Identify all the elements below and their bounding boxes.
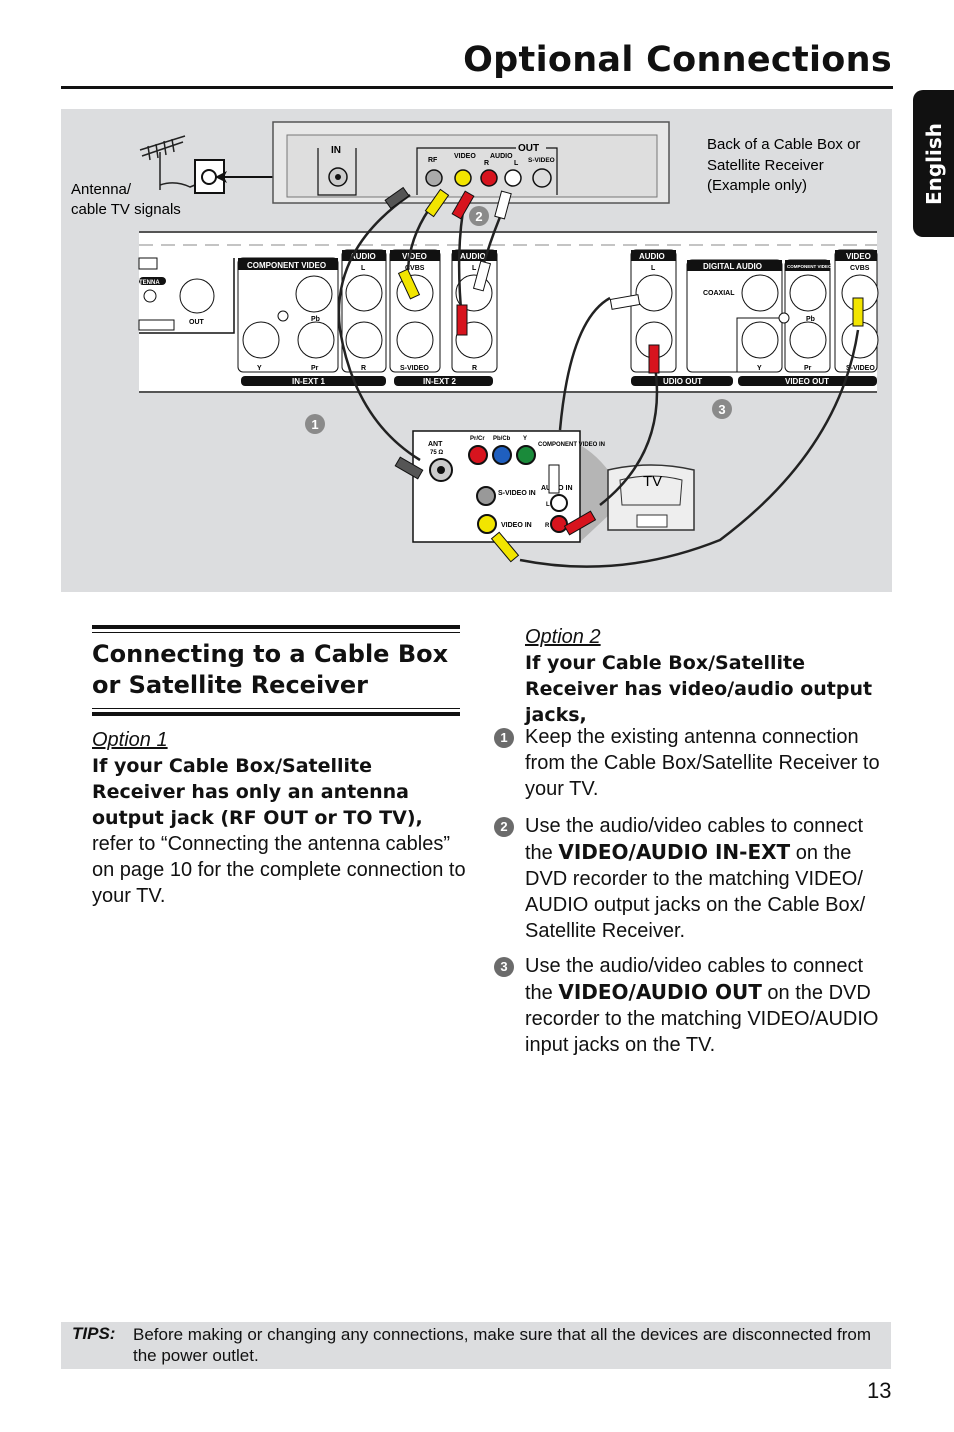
step-number: 2 xyxy=(494,817,514,837)
svg-text:Pr: Pr xyxy=(311,365,319,372)
step-marker-1: 1 xyxy=(305,414,325,434)
step-text: Keep the existing antenna connection fro… xyxy=(525,726,880,800)
svg-text:3: 3 xyxy=(718,402,725,417)
svg-text:S-VIDEO: S-VIDEO xyxy=(528,157,555,164)
svg-text:Y: Y xyxy=(257,365,262,372)
antenna-label: Antenna/ xyxy=(71,181,132,198)
svg-text:L: L xyxy=(651,265,656,272)
step-marker-2: 2 xyxy=(469,206,489,226)
svg-text:S-VIDEO: S-VIDEO xyxy=(400,365,429,372)
cablebox-caption: (Example only) xyxy=(707,177,807,194)
audio-l-jack xyxy=(504,169,522,187)
tv-label: TV xyxy=(643,473,662,490)
svg-text:COMPONENT VIDEO: COMPONENT VIDEO xyxy=(787,264,832,269)
svg-text:Pr: Pr xyxy=(804,365,812,372)
audio-r-jack xyxy=(480,169,498,187)
antenna-label: cable TV signals xyxy=(71,201,181,218)
step-marker-3: 3 xyxy=(712,399,732,419)
svg-text:L: L xyxy=(472,265,477,272)
svg-text:Pb: Pb xyxy=(311,316,320,323)
dvd-recorder-back-panel: TENNA OUT COMPONENT VIDEO Pb Y Pr AUDIO … xyxy=(138,231,879,393)
step-3: 3 Use the audio/video cables to connect … xyxy=(494,953,894,1058)
step-1: 1 Keep the existing antenna connection f… xyxy=(494,724,894,802)
svg-text:R: R xyxy=(484,160,489,167)
svg-text:IN: IN xyxy=(331,145,341,156)
tips-box: TIPS: Before making or changing any conn… xyxy=(61,1322,891,1369)
step-text: Use the audio/video cables to connect th… xyxy=(525,815,866,942)
svg-text:OUT: OUT xyxy=(189,319,205,326)
svg-text:IN-EXT 1: IN-EXT 1 xyxy=(292,377,325,386)
svg-text:VIDEO OUT: VIDEO OUT xyxy=(785,377,829,386)
option-1-condition: If your Cable Box/Satellite Receiver has… xyxy=(92,755,423,829)
rf-jack xyxy=(425,169,443,187)
tv-icon: TV xyxy=(607,464,695,531)
language-tab: English xyxy=(913,90,954,237)
video-jack xyxy=(454,169,472,187)
svg-text:COMPONENT VIDEO IN: COMPONENT VIDEO IN xyxy=(538,442,605,448)
svg-text:ANT: ANT xyxy=(428,441,443,448)
section-rule xyxy=(92,632,460,633)
svg-text:OUT: OUT xyxy=(518,143,539,154)
section-rule xyxy=(92,712,460,716)
cablebox-caption: Back of a Cable Box or xyxy=(707,136,860,153)
tv-back-panel: ANT 75 Ω Pr/Cr Pb/Cb Y COMPONENT VIDEO I… xyxy=(412,430,625,543)
svg-text:Y: Y xyxy=(523,436,527,442)
svg-text:Pr/Cr: Pr/Cr xyxy=(470,436,485,442)
option-1-text: refer to “Connecting the antenna cables”… xyxy=(92,833,466,907)
step-number: 1 xyxy=(494,728,514,748)
svg-text:TENNA: TENNA xyxy=(139,280,160,286)
option-2-condition: If your Cable Box/Satellite Receiver has… xyxy=(525,652,873,726)
page-title: Optional Connections xyxy=(463,40,892,80)
svg-text:VIDEO IN: VIDEO IN xyxy=(501,522,532,529)
step-2: 2 Use the audio/video cables to connect … xyxy=(494,813,894,944)
language-tab-label: English xyxy=(921,122,946,205)
svg-text:DIGITAL AUDIO: DIGITAL AUDIO xyxy=(703,262,762,271)
tips-label: TIPS: xyxy=(72,1324,116,1343)
antenna-icon xyxy=(139,135,196,190)
svg-text:AUDIO: AUDIO xyxy=(490,153,513,160)
svg-text:R: R xyxy=(545,523,550,529)
svg-text:AUDIO: AUDIO xyxy=(639,252,665,261)
svg-text:UDIO OUT: UDIO OUT xyxy=(663,377,702,386)
section-rule xyxy=(92,708,460,709)
cable-box: IN OUT RF VIDEO AUDIO R L S-VIDEO xyxy=(272,121,670,204)
svideo-jack xyxy=(532,168,552,188)
svg-text:Pb: Pb xyxy=(806,316,815,323)
page-number: 13 xyxy=(867,1378,892,1403)
svg-text:VIDEO: VIDEO xyxy=(402,252,427,261)
section-heading: Connecting to a Cable Box or Satellite R… xyxy=(92,640,449,699)
svg-text:VIDEO: VIDEO xyxy=(454,153,476,160)
option-2-label: Option 2 xyxy=(525,626,601,648)
svg-text:RF: RF xyxy=(428,157,438,164)
svg-text:R: R xyxy=(472,365,477,372)
svg-text:IN-EXT 2: IN-EXT 2 xyxy=(423,377,456,386)
svg-text:R: R xyxy=(361,365,366,372)
svg-text:S-VIDEO IN: S-VIDEO IN xyxy=(498,490,536,497)
step-text: Use the audio/video cables to connect th… xyxy=(525,955,879,1056)
svg-text:COAXIAL: COAXIAL xyxy=(703,290,735,297)
cablebox-caption: Satellite Receiver xyxy=(707,157,824,174)
title-divider xyxy=(61,86,893,89)
connection-diagram: Antenna/ cable TV signals IN OUT RF VIDE… xyxy=(61,109,892,592)
svg-text:L: L xyxy=(546,502,550,508)
svg-text:VIDEO: VIDEO xyxy=(846,252,871,261)
svg-text:L: L xyxy=(361,265,366,272)
svg-text:Pb/Cb: Pb/Cb xyxy=(493,436,511,442)
svg-text:Y: Y xyxy=(757,365,762,372)
svg-text:2: 2 xyxy=(475,209,482,224)
svg-text:COMPONENT VIDEO: COMPONENT VIDEO xyxy=(247,261,326,270)
step-number: 3 xyxy=(494,957,514,977)
section-rule xyxy=(92,625,460,629)
svg-text:75 Ω: 75 Ω xyxy=(430,450,443,456)
tips-text: Before making or changing any connection… xyxy=(133,1325,872,1365)
option-1-label: Option 1 xyxy=(92,729,168,751)
svg-text:1: 1 xyxy=(311,417,318,432)
svg-text:AUDIO: AUDIO xyxy=(460,252,486,261)
svg-text:CVBS: CVBS xyxy=(850,265,870,272)
svg-text:L: L xyxy=(514,160,519,167)
